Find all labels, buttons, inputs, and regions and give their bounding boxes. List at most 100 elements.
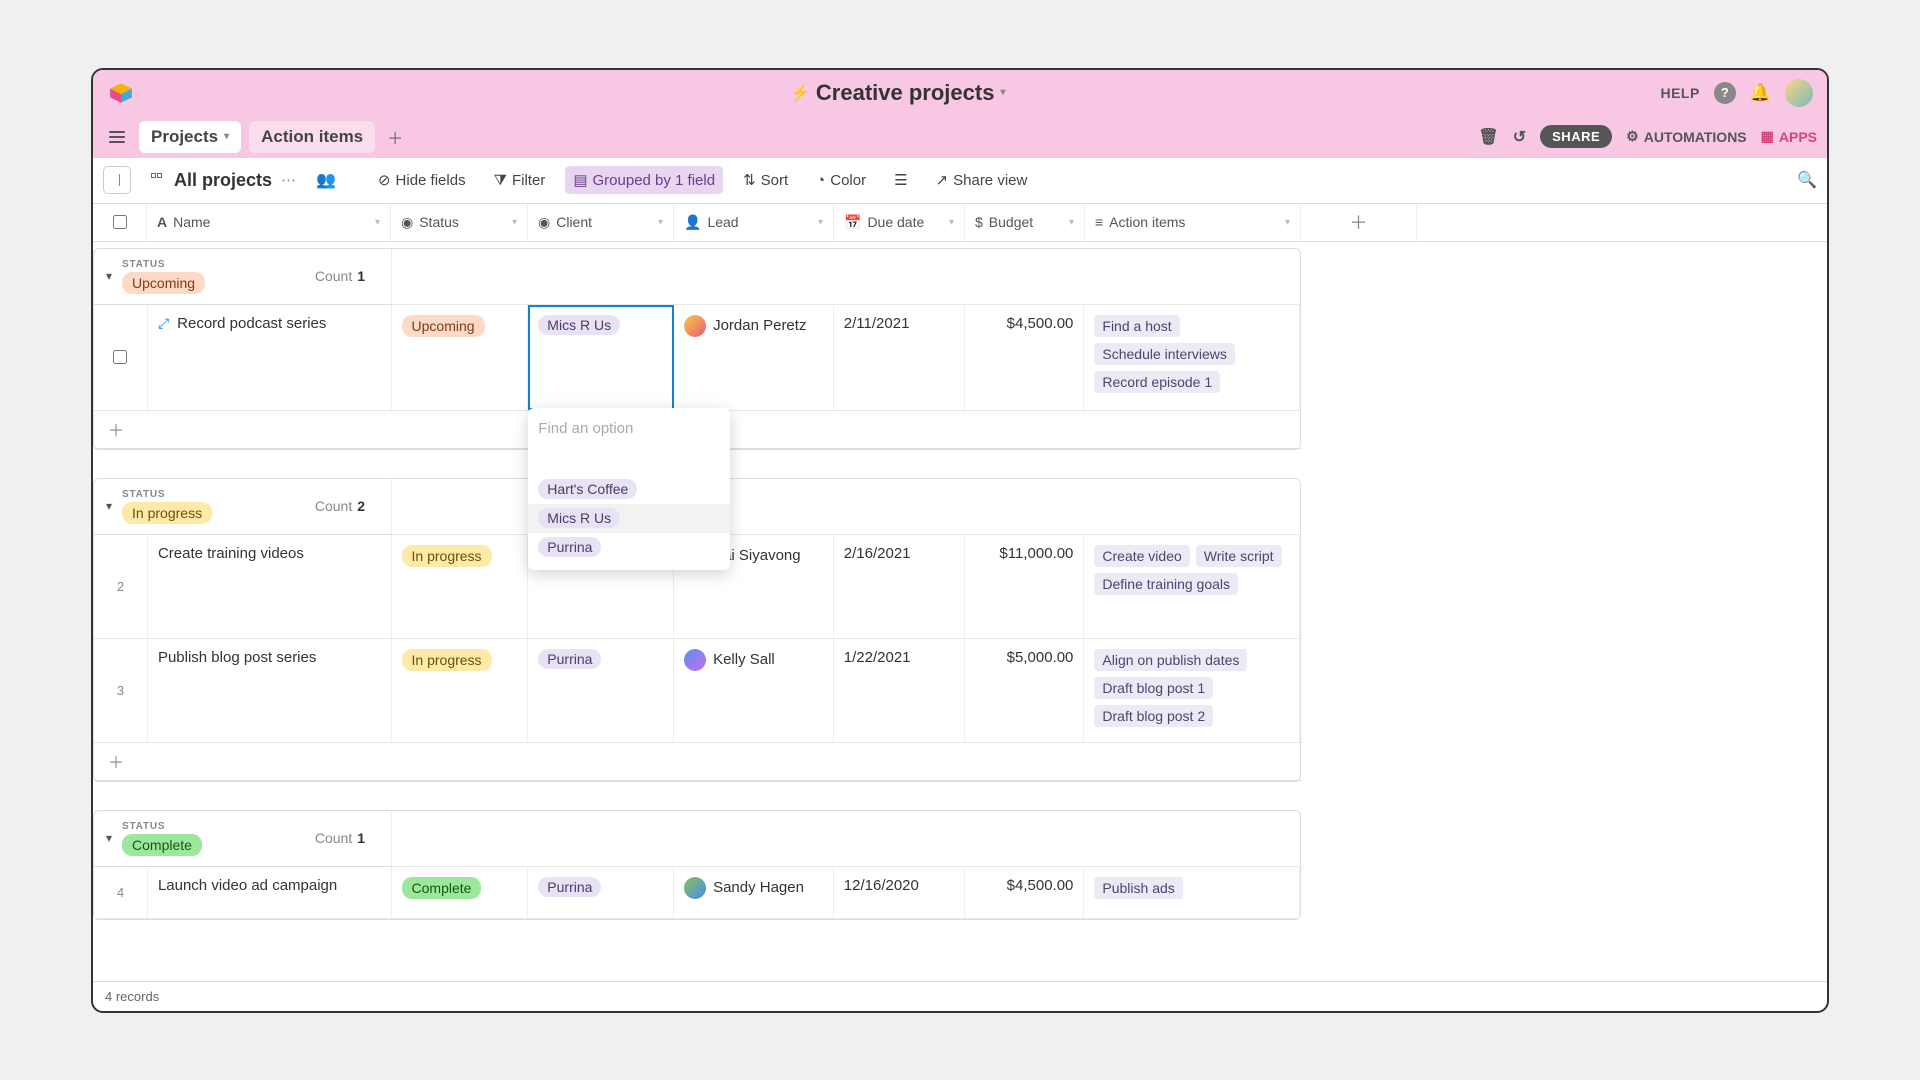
apps-link[interactable]: ▦APPS bbox=[1761, 128, 1817, 145]
column-header-status[interactable]: ◉Status▾ bbox=[391, 204, 528, 241]
view-switcher[interactable]: All projects ⋯ bbox=[143, 165, 304, 196]
group-header[interactable]: ▾ STATUS In progress Count2 bbox=[94, 479, 392, 535]
column-header-due[interactable]: 📅Due date▾ bbox=[834, 204, 965, 241]
row-number: 4 bbox=[117, 885, 124, 900]
dropdown-option[interactable]: Hart's Coffee bbox=[528, 475, 730, 504]
action-tag[interactable]: Write script bbox=[1196, 545, 1282, 567]
view-toolbar: All projects ⋯ 👥 ⊘Hide fields ⧩Filter ▤G… bbox=[93, 158, 1827, 204]
group-button[interactable]: ▤Grouped by 1 field bbox=[565, 166, 723, 194]
action-tag[interactable]: Draft blog post 2 bbox=[1094, 705, 1213, 727]
action-tag[interactable]: Define training goals bbox=[1094, 573, 1238, 595]
filter-icon: ⧩ bbox=[494, 172, 507, 189]
bolt-icon: ⚡ bbox=[790, 83, 810, 103]
column-header-actions[interactable]: ≡Action items▾ bbox=[1085, 204, 1301, 241]
base-title[interactable]: ⚡ Creative projects ▾ bbox=[790, 80, 1005, 106]
bell-icon[interactable]: 🔔 bbox=[1750, 83, 1771, 103]
action-tag[interactable]: Draft blog post 1 bbox=[1094, 677, 1213, 699]
client-cell-editing[interactable]: Mics R Us Hart's Coffee Mics R Us Purrin… bbox=[528, 305, 674, 410]
help-link[interactable]: HELP bbox=[1660, 85, 1699, 101]
dropdown-option[interactable]: Mics R Us bbox=[528, 504, 730, 533]
add-row-button[interactable]: ＋ bbox=[94, 743, 1302, 781]
base-name-text: Creative projects bbox=[816, 80, 995, 106]
user-avatar[interactable] bbox=[1785, 79, 1813, 107]
tab-label: Projects bbox=[151, 127, 218, 147]
column-header-budget[interactable]: $Budget▾ bbox=[965, 204, 1085, 241]
status-badge: In progress bbox=[402, 545, 492, 567]
eye-off-icon: ⊘ bbox=[378, 171, 391, 189]
currency-field-icon: $ bbox=[975, 214, 983, 230]
status-badge: Upcoming bbox=[402, 315, 485, 337]
trash-icon[interactable]: 🗑 bbox=[1478, 127, 1498, 147]
budget-value: $5,000.00 bbox=[1007, 649, 1074, 666]
lead-name: Jordan Peretz bbox=[713, 317, 806, 334]
chevron-down-icon: ▾ bbox=[512, 217, 517, 228]
chevron-down-icon: ▾ bbox=[949, 217, 954, 228]
titlebar: ⚡ Creative projects ▾ HELP ? 🔔 bbox=[93, 70, 1827, 116]
table-row[interactable]: 4 Launch video ad campaign Complete Purr… bbox=[94, 867, 1300, 919]
record-name: Publish blog post series bbox=[158, 649, 316, 666]
dropdown-option[interactable]: Purrina bbox=[528, 533, 730, 562]
hide-fields-button[interactable]: ⊘Hide fields bbox=[370, 166, 474, 194]
action-tag[interactable]: Schedule interviews bbox=[1094, 343, 1235, 365]
group-caption: STATUS bbox=[122, 489, 212, 500]
apps-icon: ▦ bbox=[1761, 128, 1774, 145]
history-icon[interactable]: ↺ bbox=[1513, 127, 1526, 147]
add-column-button[interactable]: ＋ bbox=[1301, 204, 1417, 241]
due-date: 1/22/2021 bbox=[844, 649, 911, 666]
due-date: 12/16/2020 bbox=[844, 877, 919, 894]
action-tag[interactable]: Publish ads bbox=[1094, 877, 1182, 899]
date-field-icon: 📅 bbox=[844, 214, 861, 231]
group-header[interactable]: ▾ STATUS Upcoming Count1 bbox=[94, 249, 392, 305]
action-tag[interactable]: Align on publish dates bbox=[1094, 649, 1247, 671]
chevron-down-icon: ▾ bbox=[818, 217, 823, 228]
help-icon[interactable]: ? bbox=[1714, 82, 1736, 104]
text-field-icon: A bbox=[157, 214, 167, 230]
column-header-client[interactable]: ◉Client▾ bbox=[528, 204, 674, 241]
expand-icon[interactable]: ⤢ bbox=[158, 315, 169, 332]
chevron-down-icon: ▾ bbox=[1069, 217, 1074, 228]
collapse-icon[interactable]: ▾ bbox=[106, 831, 112, 845]
color-button[interactable]: ◔Color bbox=[808, 167, 874, 194]
dropdown-search-input[interactable] bbox=[538, 420, 720, 437]
action-tag[interactable]: Find a host bbox=[1094, 315, 1179, 337]
menu-icon[interactable] bbox=[103, 131, 131, 143]
collapse-icon[interactable]: ▾ bbox=[106, 269, 112, 283]
dots-icon[interactable]: ⋯ bbox=[281, 171, 296, 189]
people-icon[interactable]: 👥 bbox=[316, 170, 336, 190]
select-all-checkbox[interactable] bbox=[93, 204, 147, 241]
app-logo[interactable] bbox=[107, 79, 135, 107]
column-header-row: AName▾ ◉Status▾ ◉Client▾ 👤Lead▾ 📅Due dat… bbox=[93, 204, 1827, 242]
footer: 4 records bbox=[93, 981, 1827, 1011]
sidebar-toggle[interactable] bbox=[103, 166, 131, 194]
column-header-lead[interactable]: 👤Lead▾ bbox=[674, 204, 834, 241]
client-dropdown: Hart's Coffee Mics R Us Purrina bbox=[528, 408, 730, 570]
tab-action-items[interactable]: Action items bbox=[249, 121, 375, 153]
budget-value: $4,500.00 bbox=[1007, 315, 1074, 332]
add-tab-button[interactable]: ＋ bbox=[383, 125, 407, 149]
automations-link[interactable]: ⚙AUTOMATIONS bbox=[1626, 128, 1746, 145]
row-checkbox[interactable] bbox=[113, 350, 127, 364]
share-button[interactable]: SHARE bbox=[1540, 125, 1612, 148]
avatar bbox=[684, 315, 706, 337]
action-tag[interactable]: Record episode 1 bbox=[1094, 371, 1220, 393]
table-row[interactable]: 3 Publish blog post series In progress P… bbox=[94, 639, 1300, 743]
row-height-button[interactable]: ☰ bbox=[886, 166, 915, 194]
automations-icon: ⚙ bbox=[1626, 128, 1639, 145]
column-header-name[interactable]: AName▾ bbox=[147, 204, 391, 241]
sort-button[interactable]: ⇅Sort bbox=[735, 166, 796, 194]
status-badge: Complete bbox=[122, 834, 202, 856]
table-row[interactable]: ⤢Record podcast series Upcoming Mics R U… bbox=[94, 305, 1300, 411]
app-window: ⚡ Creative projects ▾ HELP ? 🔔 Projects … bbox=[91, 68, 1829, 1013]
chevron-down-icon: ▾ bbox=[1285, 217, 1290, 228]
row-number: 3 bbox=[117, 683, 124, 698]
client-tag: Mics R Us bbox=[538, 315, 620, 335]
search-icon[interactable]: 🔍 bbox=[1797, 170, 1817, 190]
share-view-button[interactable]: ↗Share view bbox=[928, 166, 1036, 194]
group-header[interactable]: ▾ STATUS Complete Count1 bbox=[94, 811, 392, 867]
action-tag[interactable]: Create video bbox=[1094, 545, 1189, 567]
client-tag: Purrina bbox=[538, 649, 601, 669]
filter-button[interactable]: ⧩Filter bbox=[486, 167, 554, 194]
collapse-icon[interactable]: ▾ bbox=[106, 499, 112, 513]
group-caption: STATUS bbox=[122, 821, 202, 832]
tab-projects[interactable]: Projects ▾ bbox=[139, 121, 241, 153]
